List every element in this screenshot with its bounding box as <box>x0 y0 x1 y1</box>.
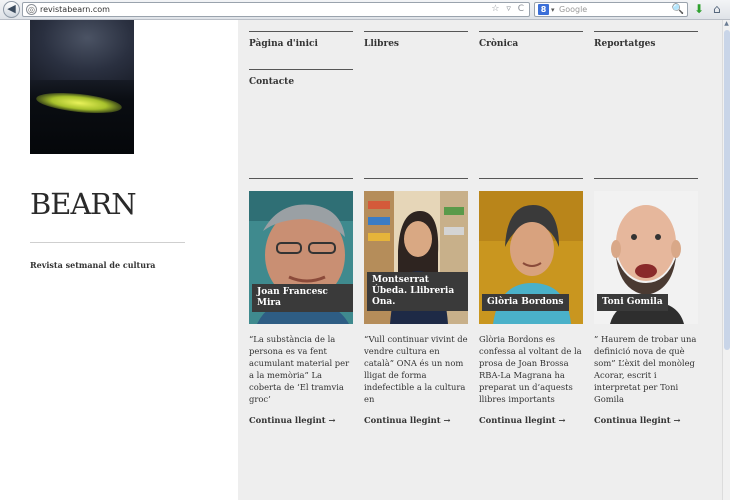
scroll-thumb[interactable] <box>724 30 730 350</box>
search-input[interactable]: Google <box>559 4 587 16</box>
nav-item-reportatges[interactable]: Reportatges <box>594 31 698 49</box>
header-landscape-image <box>30 20 134 154</box>
divider <box>30 242 185 243</box>
nav-item-llibres[interactable]: Llibres <box>364 31 468 49</box>
article-excerpt: Glòria Bordons es confessa al voltant de… <box>479 334 582 405</box>
article-excerpt: “Vull continuar vivint de vendre cultura… <box>364 334 468 405</box>
article-name-label[interactable]: Toni Gomila <box>597 294 668 311</box>
site-tagline: Revista setmanal de cultura <box>30 260 156 270</box>
scrollbar[interactable]: ▲ <box>722 20 730 500</box>
site-logo[interactable]: BEARN <box>30 187 137 221</box>
continue-reading-link[interactable]: Continua llegint → <box>594 415 698 425</box>
site-identity-icon[interactable]: ◎ <box>26 4 37 15</box>
nav-item-home[interactable]: Pàgina d'inici <box>249 31 353 49</box>
article-excerpt: ” Haurem de trobar una definició nova de… <box>594 334 697 405</box>
article-card: Toni Gomila ” Haurem de trobar una defin… <box>594 178 698 425</box>
article-photo[interactable]: Montserrat Úbeda. Llibreria Ona. <box>364 191 468 324</box>
search-engine-dropdown-icon[interactable]: ▾ <box>551 4 555 16</box>
article-card: Glòria Bordons Glòria Bordons es confess… <box>479 178 583 425</box>
article-card: Joan Francesc Mira “La substància de la … <box>249 178 353 425</box>
article-photo[interactable]: Toni Gomila <box>594 191 698 324</box>
continue-reading-link[interactable]: Continua llegint → <box>364 415 468 425</box>
download-icon[interactable]: ⬇ <box>694 2 704 17</box>
nav-item-cronica[interactable]: Crònica <box>479 31 583 49</box>
nav-item-contacte[interactable]: Contacte <box>249 69 353 87</box>
continue-reading-link[interactable]: Continua llegint → <box>249 415 353 425</box>
article-name-label[interactable]: Montserrat Úbeda. Llibreria Ona. <box>367 272 468 311</box>
article-excerpt: “La substància de la persona es va fent … <box>249 334 350 405</box>
article-photo[interactable]: Glòria Bordons <box>479 191 583 324</box>
main-content: Pàgina d'inici Llibres Crònica Reportatg… <box>238 20 722 500</box>
search-bar[interactable]: 8 ▾ Google 🔍 <box>534 2 688 17</box>
search-engine-icon[interactable]: 8 <box>538 4 549 15</box>
browser-toolbar: ◀ ◎ revistabearn.com ☆ ▿ C 8 ▾ Google 🔍 … <box>0 0 730 20</box>
address-bar[interactable]: ◎ revistabearn.com ☆ ▿ C <box>22 2 530 17</box>
scroll-up-arrow-icon[interactable]: ▲ <box>723 20 730 28</box>
home-icon[interactable]: ⌂ <box>713 2 721 17</box>
continue-reading-link[interactable]: Continua llegint → <box>479 415 583 425</box>
search-icon[interactable]: 🔍 <box>672 4 684 16</box>
article-name-label[interactable]: Joan Francesc Mira <box>252 284 353 312</box>
article-name-label[interactable]: Glòria Bordons <box>482 294 569 311</box>
url-text[interactable]: revistabearn.com <box>40 4 110 16</box>
back-arrow-icon[interactable]: ◀ <box>3 1 20 18</box>
article-card: Montserrat Úbeda. Llibreria Ona. “Vull c… <box>364 178 468 425</box>
bookmark-reload-icons[interactable]: ☆ ▿ C <box>491 3 526 16</box>
article-photo[interactable]: Joan Francesc Mira <box>249 191 353 324</box>
